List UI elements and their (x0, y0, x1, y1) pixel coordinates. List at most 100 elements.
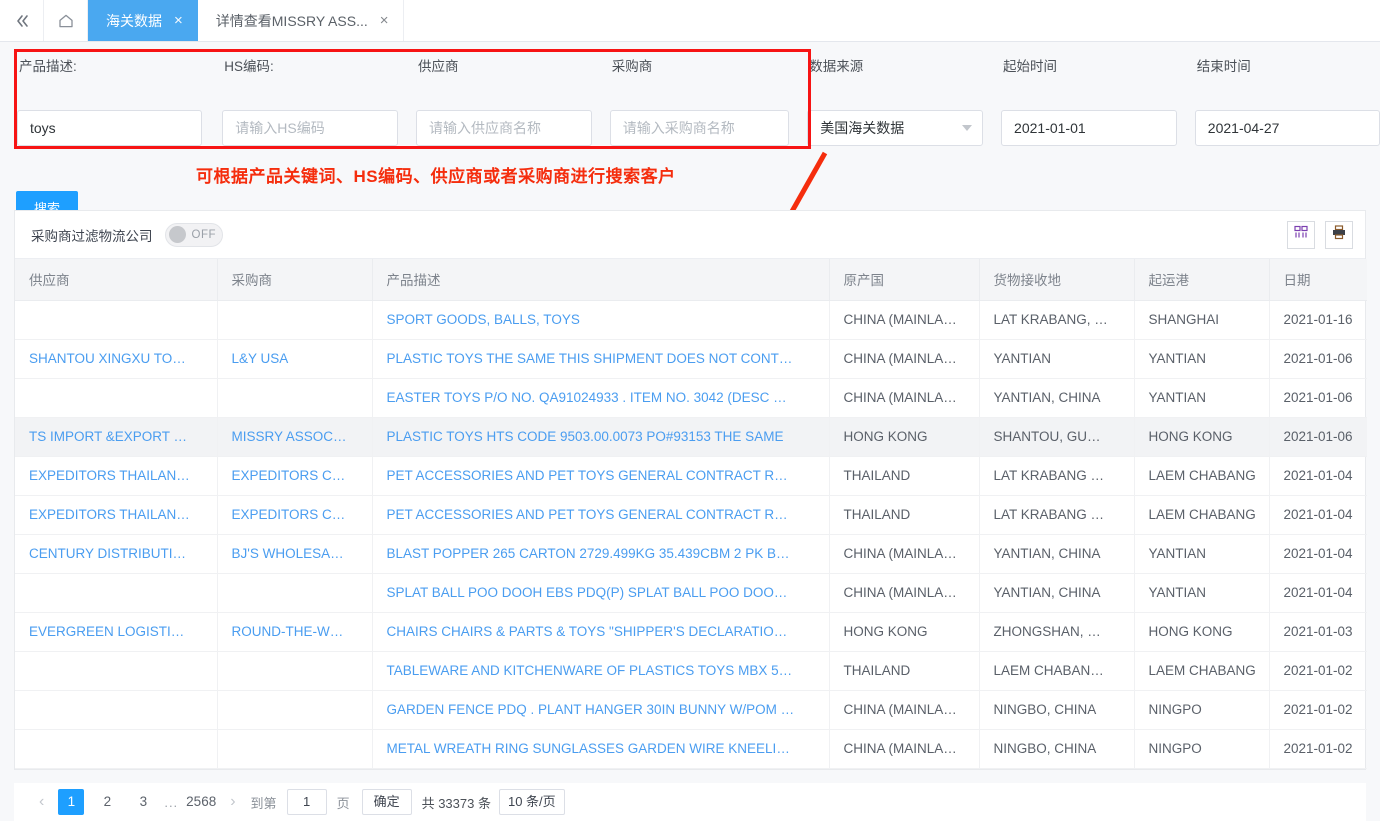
cell-buyer[interactable]: L&Y USA (217, 339, 373, 379)
cell-departure-port: YANTIAN (1134, 573, 1270, 613)
hs-code-input[interactable]: 请输入HS编码 (222, 110, 398, 146)
cell-buyer[interactable]: MISSRY ASSOC… (217, 417, 373, 457)
cell-buyer (217, 729, 373, 769)
confirm-page-button[interactable]: 确定 (361, 789, 412, 815)
cell-origin-country: THAILAND (829, 495, 980, 535)
close-icon[interactable]: × (174, 13, 183, 28)
cell-origin-country: CHINA (MAINLA… (829, 300, 980, 340)
cell-product-description[interactable]: SPLAT BALL POO DOOH EBS PDQ(P) SPLAT BAL… (372, 573, 830, 613)
table-row[interactable]: EXPEDITORS THAILAN… EXPEDITORS C… PET ACCE… (15, 456, 1367, 496)
cell-product-description[interactable]: METAL WREATH RING SUNGLASSES GARDEN WIRE… (372, 729, 830, 769)
start-date-input[interactable]: 2021-01-01 (1001, 110, 1177, 146)
collapse-sidebar-button[interactable] (0, 0, 44, 41)
cell-product-description[interactable]: BLAST POPPER 265 CARTON 2729.499KG 35.43… (372, 534, 830, 574)
column-header-port[interactable]: 起运港 (1134, 259, 1270, 301)
cell-departure-port: YANTIAN (1134, 378, 1270, 418)
field-product-description: 产品描述: toys (17, 56, 203, 146)
cell-product-description[interactable]: EASTER TOYS P/O NO. QA91024933 . ITEM NO… (372, 378, 830, 418)
page-button-1[interactable]: 1 (58, 789, 85, 815)
cell-supplier[interactable]: EVERGREEN LOGISTI… (15, 612, 218, 652)
home-icon (57, 12, 75, 30)
cell-supplier[interactable]: CENTURY DISTRIBUTI… (15, 534, 218, 574)
cell-product-description[interactable]: CHAIRS CHAIRS & PARTS & TOYS "SHIPPER'S … (372, 612, 830, 652)
cell-departure-port: YANTIAN (1134, 534, 1270, 574)
cell-product-description[interactable]: SPORT GOODS, BALLS, TOYS (372, 300, 830, 340)
data-source-select[interactable]: 美国海关数据 (807, 110, 984, 146)
cell-product-description[interactable]: PET ACCESSORIES AND PET TOYS GENERAL CON… (372, 456, 830, 496)
cell-supplier (15, 378, 218, 418)
cell-product-description[interactable]: PLASTIC TOYS HTS CODE 9503.00.0073 PO#93… (372, 417, 830, 457)
cell-buyer[interactable]: BJ'S WHOLESA… (217, 534, 373, 574)
jump-suffix-label: 页 (336, 795, 350, 811)
table-row[interactable]: METAL WREATH RING SUNGLASSES GARDEN WIRE… (15, 729, 1367, 769)
cell-origin-country: CHINA (MAINLA… (829, 729, 980, 769)
cell-product-description[interactable]: TABLEWARE AND KITCHENWARE OF PLASTICS TO… (372, 651, 830, 691)
table-row[interactable]: SPLAT BALL POO DOOH EBS PDQ(P) SPLAT BAL… (15, 573, 1367, 613)
tab-customs-data[interactable]: 海关数据 × (88, 0, 198, 41)
cell-buyer[interactable]: EXPEDITORS C… (217, 456, 373, 496)
chevron-left-icon[interactable]: ‹ (30, 794, 53, 810)
supplier-input[interactable]: 请输入供应商名称 (416, 110, 592, 146)
table-row[interactable]: EVERGREEN LOGISTI… ROUND-THE-W… CHAIRS CHA… (15, 612, 1367, 652)
cell-receipt-place: LAEM CHABAN… (979, 651, 1135, 691)
chevron-right-icon[interactable]: › (221, 794, 244, 810)
column-settings-button[interactable] (1287, 220, 1315, 249)
annotation-note: 可根据产品关键词、HS编码、供应商或者采购商进行搜索客户 (196, 167, 676, 186)
page-button-last[interactable]: 2568 (186, 789, 216, 815)
page-button-2[interactable]: 2 (94, 789, 120, 815)
chevron-down-icon (962, 125, 973, 131)
cell-product-description[interactable]: PET ACCESSORIES AND PET TOYS GENERAL CON… (372, 495, 830, 535)
export-printer-icon (1331, 224, 1347, 245)
export-button[interactable] (1325, 220, 1353, 249)
buyer-filter-label: 采购商过滤物流公司 (31, 228, 153, 244)
cell-origin-country: CHINA (MAINLA… (829, 534, 980, 574)
table-row[interactable]: SPORT GOODS, BALLS, TOYS CHINA (MAINLA… LA… (15, 300, 1367, 340)
field-end-date: 结束时间 2021-04-27 (1194, 56, 1380, 146)
pagination: ‹ 1 2 3 ... 2568 › 到第 1 页 确定 共 33373 条 1… (14, 783, 1366, 821)
cell-buyer (217, 300, 373, 340)
table-row[interactable]: TABLEWARE AND KITCHENWARE OF PLASTICS TO… (15, 651, 1367, 691)
cell-supplier[interactable]: TS IMPORT &EXPORT … (15, 417, 218, 457)
page-jump-input[interactable]: 1 (286, 789, 327, 815)
column-header-origin[interactable]: 原产国 (829, 259, 980, 301)
page-ellipsis: ... (164, 794, 179, 810)
column-header-supplier[interactable]: 供应商 (15, 259, 218, 301)
product-description-input[interactable]: toys (17, 110, 203, 146)
cell-supplier (15, 651, 218, 691)
cell-date: 2021-01-02 (1269, 651, 1367, 691)
close-icon[interactable]: × (380, 13, 389, 28)
table-row[interactable]: EASTER TOYS P/O NO. QA91024933 . ITEM NO… (15, 378, 1367, 418)
page-button-3[interactable]: 3 (130, 789, 156, 815)
cell-buyer[interactable]: ROUND-THE-W… (217, 612, 373, 652)
cell-product-description[interactable]: PLASTIC TOYS THE SAME THIS SHIPMENT DOES… (372, 339, 830, 379)
double-chevron-left-icon (13, 12, 31, 30)
column-header-desc[interactable]: 产品描述 (372, 259, 830, 301)
column-header-receipt[interactable]: 货物接收地 (979, 259, 1135, 301)
cell-receipt-place: YANTIAN, CHINA (979, 534, 1135, 574)
cell-supplier[interactable]: SHANTOU XINGXU TO… (15, 339, 218, 379)
field-label: 产品描述: (19, 59, 77, 74)
table-row[interactable]: SHANTOU XINGXU TO… L&Y USA PLASTIC TOYS TH… (15, 339, 1367, 379)
column-header-date[interactable]: 日期 (1269, 259, 1367, 301)
page-size-select[interactable]: 10 条/页 (498, 789, 565, 815)
cell-origin-country: CHINA (MAINLA… (829, 690, 980, 730)
cell-product-description[interactable]: GARDEN FENCE PDQ . PLANT HANGER 30IN BUN… (372, 690, 830, 730)
cell-receipt-place: YANTIAN, CHINA (979, 378, 1135, 418)
table-row[interactable]: GARDEN FENCE PDQ . PLANT HANGER 30IN BUN… (15, 690, 1367, 730)
table-row[interactable]: CENTURY DISTRIBUTI… BJ'S WHOLESA… BLAST PO… (15, 534, 1367, 574)
buyer-filter-toggle[interactable]: OFF (164, 222, 223, 247)
cell-supplier[interactable]: EXPEDITORS THAILAN… (15, 456, 218, 496)
end-date-input[interactable]: 2021-04-27 (1194, 110, 1380, 146)
buyer-input[interactable]: 请输入采购商名称 (609, 110, 790, 146)
cell-supplier (15, 690, 218, 730)
cell-departure-port: LAEM CHABANG (1134, 495, 1270, 535)
table-row[interactable]: EXPEDITORS THAILAN… EXPEDITORS C… PET ACCE… (15, 495, 1367, 535)
field-start-date: 起始时间 2021-01-01 (1001, 56, 1177, 146)
tab-detail-view[interactable]: 详情查看MISSRY ASS... × (198, 0, 404, 41)
table-row[interactable]: TS IMPORT &EXPORT … MISSRY ASSOC… PLASTIC … (15, 417, 1367, 457)
cell-buyer[interactable]: EXPEDITORS C… (217, 495, 373, 535)
home-button[interactable] (44, 0, 88, 41)
column-header-buyer[interactable]: 采购商 (217, 259, 373, 301)
cell-supplier[interactable]: EXPEDITORS THAILAN… (15, 495, 218, 535)
cell-origin-country: CHINA (MAINLA… (829, 378, 980, 418)
